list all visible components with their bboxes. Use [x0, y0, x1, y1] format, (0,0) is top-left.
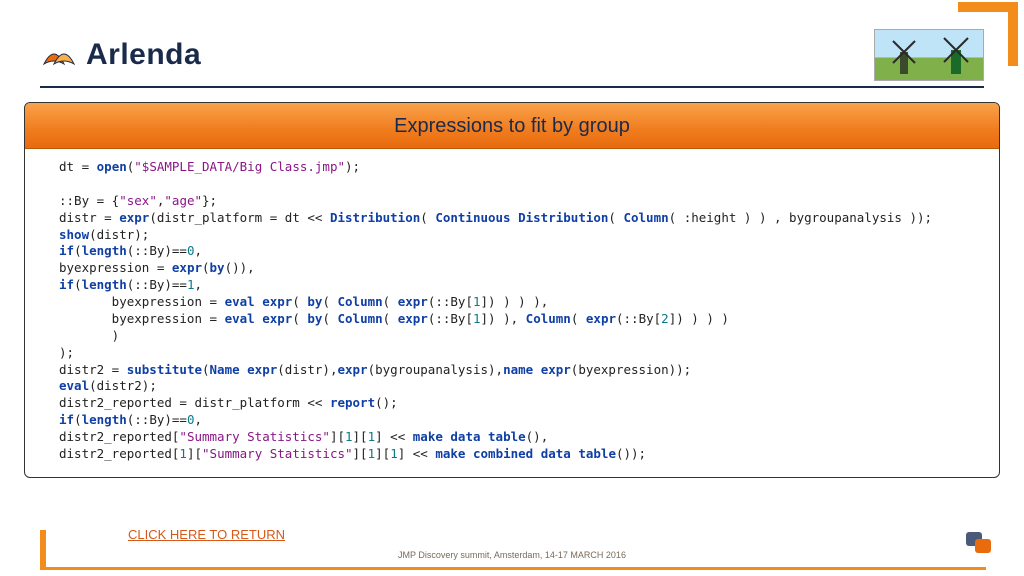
corner-accent-bottom [46, 567, 986, 570]
windmill-icon [939, 34, 973, 74]
brand-name: Arlenda [86, 38, 201, 72]
brand-mark-icon [40, 40, 78, 70]
brand-logo: Arlenda [40, 38, 201, 72]
slide-stack-icon [966, 532, 994, 556]
content-panel: Expressions to fit by group dt = open("$… [24, 102, 1000, 478]
windmill-icon [889, 38, 919, 74]
panel-title: Expressions to fit by group [25, 103, 999, 149]
slide: Arlenda Expressions to fit by group dt =… [0, 0, 1024, 576]
footer-note: JMP Discovery summit, Amsterdam, 14-17 M… [0, 550, 1024, 560]
header-photo-windmills [874, 29, 984, 81]
header: Arlenda [40, 28, 984, 88]
corner-accent-top-right [1008, 6, 1018, 66]
return-link[interactable]: CLICK HERE TO RETURN [128, 527, 285, 542]
code-block: dt = open("$SAMPLE_DATA/Big Class.jmp");… [25, 149, 999, 477]
